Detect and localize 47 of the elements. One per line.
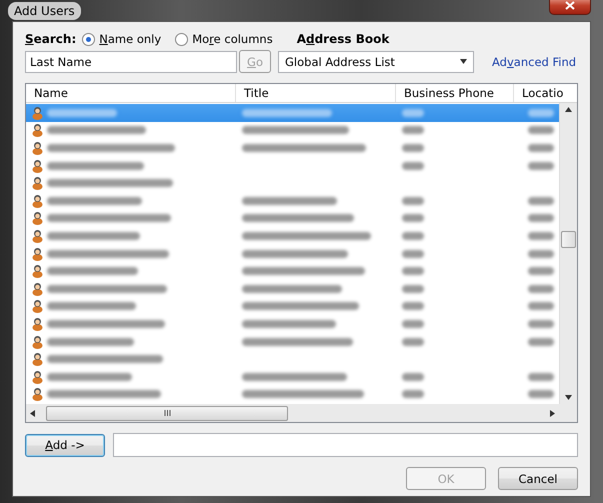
person-icon bbox=[32, 316, 43, 331]
person-icon bbox=[32, 176, 43, 190]
person-icon bbox=[32, 228, 43, 243]
radio-button[interactable] bbox=[82, 32, 96, 46]
scrollbar-thumb[interactable] bbox=[46, 406, 288, 420]
person-icon bbox=[32, 299, 43, 314]
address-book-label: Address Book bbox=[296, 32, 390, 46]
person-icon bbox=[32, 282, 43, 296]
scrollbar-thumb[interactable] bbox=[561, 231, 576, 248]
search-label: Search: bbox=[25, 32, 76, 46]
scroll-left-icon[interactable] bbox=[30, 410, 35, 416]
person-icon bbox=[32, 123, 43, 138]
close-icon bbox=[565, 1, 575, 10]
column-header[interactable]: Business Phone bbox=[396, 84, 514, 102]
column-header[interactable]: Title bbox=[236, 84, 396, 102]
person-icon bbox=[32, 264, 43, 278]
person-icon bbox=[32, 370, 43, 384]
vertical-scrollbar[interactable] bbox=[559, 103, 577, 404]
radio-button[interactable] bbox=[175, 32, 188, 46]
person-icon bbox=[32, 387, 43, 402]
search-field[interactable]: Last Name bbox=[25, 50, 237, 72]
advanced-find-link[interactable]: Advanced Find bbox=[492, 54, 576, 68]
horizontal-scrollbar[interactable] bbox=[26, 404, 577, 422]
column-header[interactable]: Name bbox=[26, 84, 236, 102]
close-button[interactable] bbox=[549, 0, 591, 15]
scroll-up-icon[interactable] bbox=[565, 107, 572, 112]
address-book-dropdown[interactable]: Global Address List bbox=[278, 50, 474, 72]
person-icon bbox=[32, 140, 43, 155]
dropdown-arrow-icon[interactable] bbox=[460, 59, 467, 64]
person-icon bbox=[32, 158, 43, 173]
radio-label: More columns bbox=[192, 32, 273, 46]
user-row[interactable] bbox=[26, 104, 559, 122]
person-icon bbox=[32, 352, 43, 366]
recipients-field[interactable] bbox=[113, 433, 578, 457]
person-icon bbox=[32, 211, 43, 226]
column-header[interactable]: Locatio bbox=[514, 84, 577, 102]
grip-icon bbox=[164, 410, 170, 416]
person-icon bbox=[32, 334, 43, 349]
radio-label: Name only bbox=[99, 32, 162, 46]
person-icon bbox=[32, 194, 43, 208]
person-icon bbox=[32, 106, 43, 120]
window-title: Add Users bbox=[8, 2, 81, 20]
cancel-button[interactable]: Cancel bbox=[498, 467, 578, 490]
person-icon bbox=[32, 246, 43, 261]
add-button[interactable]: Add -> bbox=[25, 434, 105, 456]
scroll-right-icon[interactable] bbox=[550, 410, 555, 416]
scroll-down-icon[interactable] bbox=[565, 395, 572, 400]
